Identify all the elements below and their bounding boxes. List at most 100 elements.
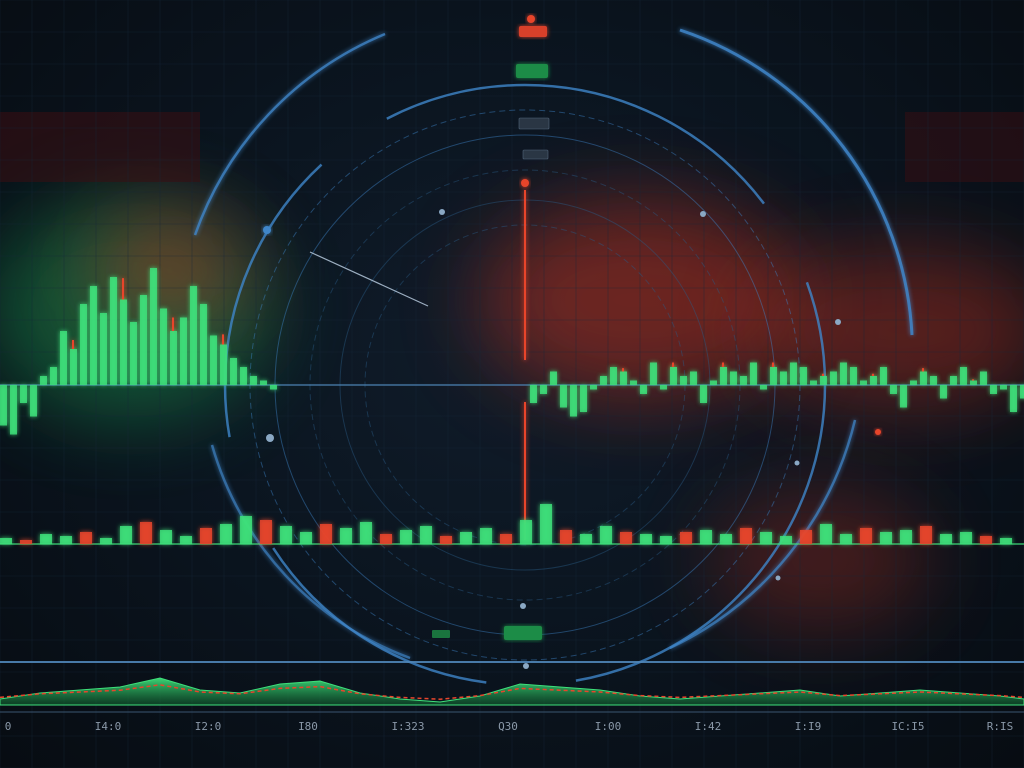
volume-bar — [260, 520, 272, 544]
main-waveform-bar — [190, 286, 197, 385]
volume-bar — [880, 532, 892, 544]
main-waveform-bar — [720, 367, 727, 385]
timeline-tick-label: I4:0 — [95, 720, 122, 733]
main-waveform-bar — [830, 371, 837, 385]
top-green-tag[interactable] — [516, 64, 548, 78]
volume-bar — [560, 530, 572, 544]
main-waveform-bar — [270, 385, 277, 390]
main-waveform-bar — [1010, 385, 1017, 412]
timeline-tick-label: I2:0 — [195, 720, 222, 733]
volume-bar — [780, 536, 792, 544]
main-waveform-bar — [920, 371, 927, 385]
main-waveform-wick — [622, 368, 624, 372]
volume-bar — [460, 532, 472, 544]
main-waveform-bar — [650, 362, 657, 385]
main-waveform-bar — [680, 376, 687, 385]
main-waveform-wick — [672, 362, 674, 367]
volume-bar — [200, 528, 212, 544]
main-waveform-bar — [750, 362, 757, 385]
main-waveform-bar — [670, 367, 677, 385]
main-waveform-bar — [570, 385, 577, 417]
main-waveform-bar — [710, 380, 717, 385]
main-waveform-bar — [120, 299, 127, 385]
main-waveform-bar — [780, 371, 787, 385]
main-waveform-bar — [980, 371, 987, 385]
main-waveform-wick — [172, 317, 174, 331]
main-waveform-bar — [990, 385, 997, 394]
timeline-tick-label: I:42 — [695, 720, 722, 733]
main-waveform-wick — [922, 368, 924, 372]
volume-bar — [80, 532, 92, 544]
main-waveform-wick — [722, 362, 724, 367]
volume-bar — [700, 530, 712, 544]
volume-bar — [140, 522, 152, 544]
volume-bar — [360, 522, 372, 544]
volume-bar — [180, 536, 192, 544]
main-waveform-bar — [640, 385, 647, 394]
volume-bar — [60, 536, 72, 544]
volume-bar — [240, 516, 252, 544]
main-waveform-bar — [50, 367, 57, 385]
main-waveform-bar — [630, 380, 637, 385]
main-waveform-bar — [10, 385, 17, 435]
volume-bar — [420, 526, 432, 544]
timeline-tick-labels: 0 I4:0 I2:0 I80 I:323 Q30 I:00 I:42 I:I9 IC:I5 R:I… — [5, 720, 1014, 733]
timeline-tick-label: IC:I5 — [891, 720, 924, 733]
volume-bar — [620, 532, 632, 544]
main-waveform-bar — [80, 304, 87, 385]
main-waveform-wick — [222, 334, 224, 345]
main-waveform-bar — [910, 380, 917, 385]
main-waveform-bar — [530, 385, 537, 403]
volume-bar — [640, 534, 652, 544]
volume-bar — [980, 536, 992, 544]
main-waveform-bar — [180, 317, 187, 385]
volume-bar — [820, 524, 832, 544]
main-waveform-bar — [30, 385, 37, 417]
volume-bar — [340, 528, 352, 544]
main-waveform-wick — [872, 373, 874, 376]
main-waveform-bar — [660, 385, 667, 390]
main-waveform-bar — [580, 385, 587, 412]
main-waveform-bar — [690, 371, 697, 385]
main-waveform-wick — [822, 373, 824, 376]
main-waveform-bar — [810, 380, 817, 385]
main-waveform-bar — [210, 335, 217, 385]
main-waveform-wick — [122, 278, 124, 300]
main-waveform-bar — [860, 380, 867, 385]
main-waveform-bar — [200, 304, 207, 385]
main-waveform-bar — [790, 362, 797, 385]
chart-canvas: 0 I4:0 I2:0 I80 I:323 Q30 I:00 I:42 I:I9 IC:I5 R:I… — [0, 0, 1024, 768]
volume-bar — [740, 528, 752, 544]
main-waveform-bar — [590, 385, 597, 390]
volume-bar — [40, 534, 52, 544]
main-waveform-bar — [170, 331, 177, 385]
main-waveform-bar — [820, 376, 827, 385]
main-waveform-bar — [140, 295, 147, 385]
volume-bar — [400, 530, 412, 544]
main-waveform-bar — [960, 367, 967, 385]
bottom-green-tag[interactable] — [432, 626, 542, 640]
main-waveform-bar — [600, 376, 607, 385]
main-waveform-bar — [940, 385, 947, 399]
main-waveform-bar — [840, 362, 847, 385]
main-waveform-bar — [740, 376, 747, 385]
main-waveform-bar — [150, 268, 157, 385]
main-waveform-wick — [972, 379, 974, 381]
timeline-tick-label: I80 — [298, 720, 318, 733]
main-waveform-wick — [772, 362, 774, 367]
main-waveform-bar — [900, 385, 907, 408]
volume-bar — [380, 534, 392, 544]
volume-bar — [660, 536, 672, 544]
top-red-tag[interactable] — [519, 15, 547, 37]
main-waveform-bar — [220, 344, 227, 385]
dark-tag-1[interactable] — [518, 117, 550, 130]
dark-tag-2[interactable] — [522, 149, 549, 160]
main-waveform-bar — [760, 385, 767, 390]
volume-bar — [540, 504, 552, 544]
timeline-tick-label: I:00 — [595, 720, 622, 733]
volume-bar — [840, 534, 852, 544]
main-waveform-bar — [60, 331, 67, 385]
main-waveform-bar — [800, 367, 807, 385]
volume-bar — [940, 534, 952, 544]
volume-bar — [0, 538, 12, 544]
